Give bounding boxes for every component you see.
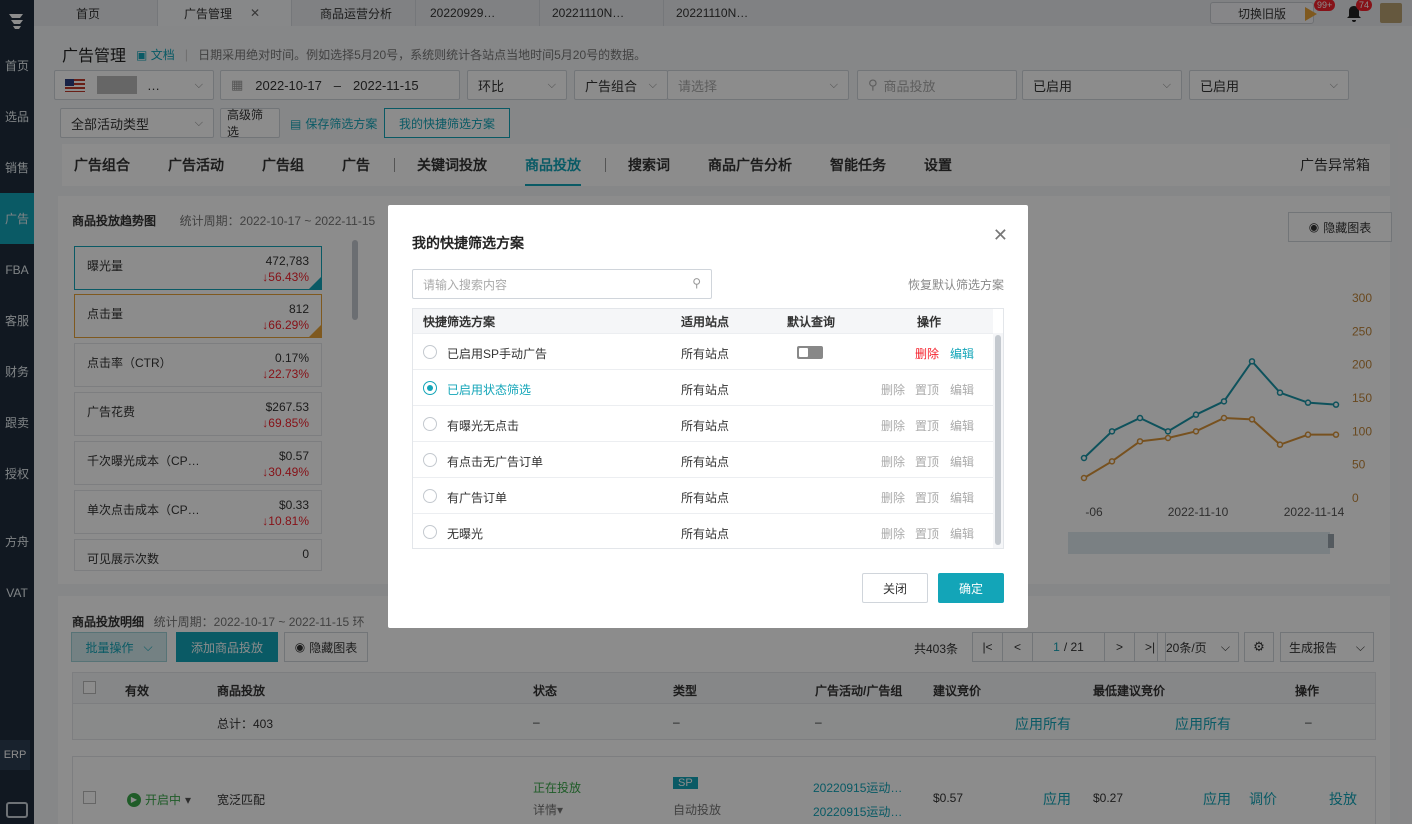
- scheme-site: 所有站点: [681, 347, 730, 361]
- scheme-row[interactable]: 已启用状态筛选 所有站点 删除 置顶 编辑: [413, 369, 993, 405]
- scheme-row[interactable]: 无曝光 所有站点 删除 置顶 编辑: [413, 513, 993, 548]
- close-label: 关闭: [882, 581, 907, 596]
- scheme-table: 快捷筛选方案 适用站点 默认查询 操作 已启用SP手动广告 所有站点 删除 编辑 已启用…: [412, 308, 1004, 549]
- pin-top-link[interactable]: 置顶: [915, 525, 939, 542]
- col-header: 快捷筛选方案: [423, 315, 496, 329]
- confirm-label: 确定: [958, 581, 983, 596]
- scheme-radio[interactable]: [423, 381, 437, 395]
- delete-link[interactable]: 删除: [881, 417, 905, 434]
- edit-link[interactable]: 编辑: [950, 525, 974, 542]
- scheme-radio[interactable]: [423, 489, 437, 503]
- delete-link[interactable]: 删除: [881, 453, 905, 470]
- scheme-name: 有广告订单: [447, 491, 508, 505]
- scheme-site: 所有站点: [681, 527, 730, 541]
- default-query-toggle[interactable]: [797, 346, 823, 359]
- scheme-site: 所有站点: [681, 383, 730, 397]
- col-header: 操作: [917, 315, 942, 329]
- scheme-site: 所有站点: [681, 455, 730, 469]
- delete-link[interactable]: 删除: [915, 345, 939, 362]
- col-header: 适用站点: [681, 315, 730, 329]
- edit-link[interactable]: 编辑: [950, 345, 974, 362]
- app-root: 首页 选品 销售 广告 FBA 客服 财务 跟卖 授权 方舟 VAT ERP 首页 广告管理 ✕ 商品…: [0, 0, 1412, 824]
- search-placeholder: 请输入搜索内容: [423, 277, 508, 292]
- scheme-table-scrollbar[interactable]: [993, 333, 1003, 548]
- dialog-title: 我的快捷筛选方案: [412, 235, 524, 251]
- scheme-name: 有点击无广告订单: [447, 455, 544, 469]
- scheme-site: 所有站点: [681, 419, 730, 433]
- pin-top-link[interactable]: 置顶: [915, 381, 939, 398]
- scheme-radio[interactable]: [423, 417, 437, 431]
- quick-filter-dialog: 我的快捷筛选方案 ✕ 请输入搜索内容 ⚲ 恢复默认筛选方案 快捷筛选方案 适用站…: [388, 205, 1028, 628]
- scheme-name: 有曝光无点击: [447, 419, 520, 433]
- delete-link[interactable]: 删除: [881, 489, 905, 506]
- pin-top-link[interactable]: 置顶: [915, 453, 939, 470]
- scheme-radio[interactable]: [423, 525, 437, 539]
- scheme-row[interactable]: 有曝光无点击 所有站点 删除 置顶 编辑: [413, 405, 993, 441]
- scheme-radio[interactable]: [423, 453, 437, 467]
- scheme-name: 无曝光: [447, 527, 484, 541]
- pin-top-link[interactable]: 置顶: [915, 489, 939, 506]
- close-button[interactable]: 关闭: [862, 573, 928, 603]
- scheme-radio[interactable]: [423, 345, 437, 359]
- scheme-search-input[interactable]: 请输入搜索内容 ⚲: [412, 269, 712, 299]
- restore-default-link[interactable]: 恢复默认筛选方案: [908, 276, 1004, 293]
- scheme-name: 已启用SP手动广告: [447, 347, 548, 361]
- pin-top-link[interactable]: 置顶: [915, 417, 939, 434]
- scheme-site: 所有站点: [681, 491, 730, 505]
- col-header: 默认查询: [787, 315, 836, 329]
- close-icon[interactable]: ✕: [993, 225, 1008, 246]
- edit-link[interactable]: 编辑: [950, 381, 974, 398]
- delete-link[interactable]: 删除: [881, 381, 905, 398]
- scheme-row[interactable]: 已启用SP手动广告 所有站点 删除 编辑: [413, 333, 993, 369]
- confirm-button[interactable]: 确定: [938, 573, 1004, 603]
- scheme-row[interactable]: 有广告订单 所有站点 删除 置顶 编辑: [413, 477, 993, 513]
- scheme-name: 已启用状态筛选: [447, 383, 532, 397]
- delete-link[interactable]: 删除: [881, 525, 905, 542]
- edit-link[interactable]: 编辑: [950, 453, 974, 470]
- search-icon: ⚲: [692, 276, 701, 290]
- edit-link[interactable]: 编辑: [950, 489, 974, 506]
- scheme-row[interactable]: 有点击无广告订单 所有站点 删除 置顶 编辑: [413, 441, 993, 477]
- edit-link[interactable]: 编辑: [950, 417, 974, 434]
- scheme-table-header: 快捷筛选方案 适用站点 默认查询 操作: [413, 309, 993, 333]
